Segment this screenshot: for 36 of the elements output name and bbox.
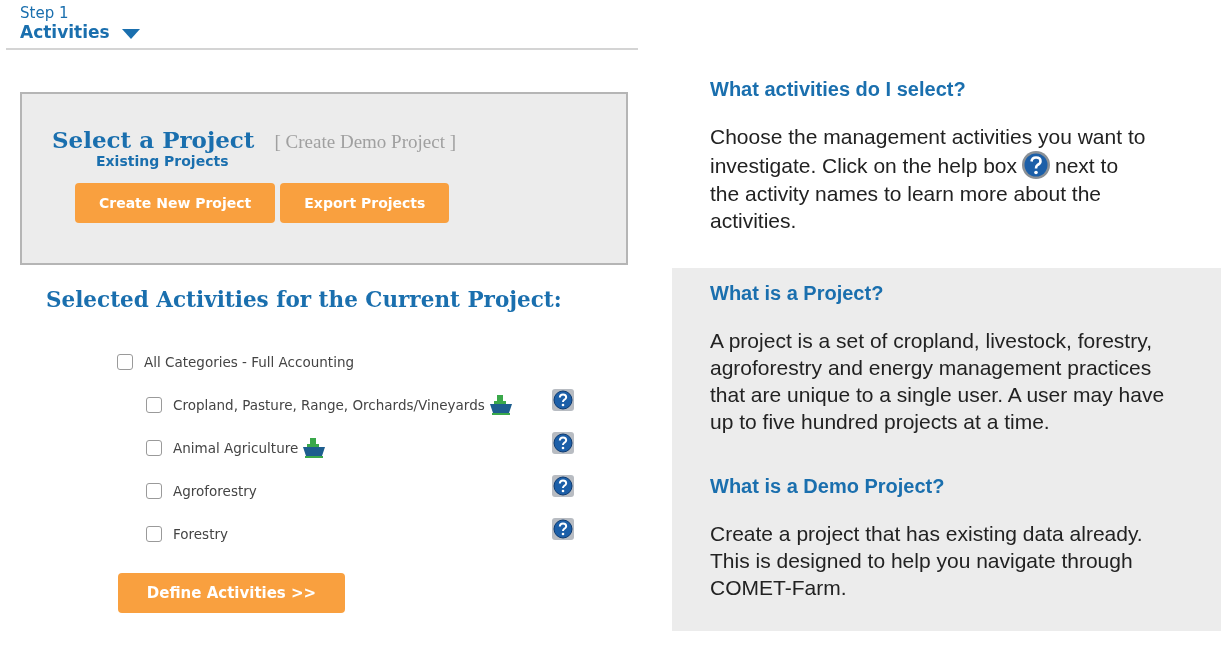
help-text: Create a project that has existing data already. This is designed to help you navigate through COMET-Farm. (710, 521, 1144, 601)
caret-icon[interactable] (121, 28, 140, 40)
help-icon[interactable] (552, 475, 574, 497)
action-button[interactable]: Export Projects (280, 183, 450, 223)
checkbox[interactable] (146, 525, 162, 542)
help-text: Choose the management activities you want to (710, 124, 1147, 150)
checkbox-label: Animal Agriculture (173, 439, 299, 456)
help-text: the activity names to learn more about the activities. (710, 181, 1103, 234)
section-heading: Selected Activities for the Current Project: (46, 287, 563, 312)
checkbox[interactable] (146, 482, 162, 499)
help-text: investigate. Click on the help box (710, 152, 1017, 179)
help-heading: What is a Demo Project? (710, 475, 946, 498)
help-text: A project is a set of cropland, livestock, forestry, agroforestry and energy management practices that are unique to a single user. A user may have up to five hundred projects at a time. (710, 328, 1166, 435)
demo-project-link[interactable]: [ Create Demo Project ] (274, 131, 456, 153)
help-icon[interactable] (552, 389, 574, 411)
help-text: next to (1055, 152, 1119, 179)
help-heading: What is a Project? (710, 282, 885, 305)
checkbox[interactable] (117, 353, 133, 370)
checkbox[interactable] (146, 439, 162, 456)
help-heading: What activities do I select? (710, 78, 967, 101)
checkbox-label: Cropland, Pasture, Range, Orchards/Vineyards (173, 396, 485, 413)
step-title[interactable]: Activities (20, 22, 110, 42)
checkbox-label: Agroforestry (173, 482, 257, 499)
existing-projects-link[interactable]: Existing Projects (96, 153, 626, 169)
panel-title: Select a Project (52, 126, 255, 153)
help-icon[interactable] (552, 518, 574, 540)
checkbox[interactable] (146, 396, 162, 413)
define-activities-button[interactable]: Define Activities >> (118, 573, 345, 613)
action-button[interactable]: Create New Project (75, 183, 276, 223)
checkbox-label: Forestry (173, 525, 228, 542)
step-label: Step 1 (20, 4, 70, 22)
tray-icon[interactable] (488, 394, 513, 415)
help-icon[interactable] (552, 432, 574, 454)
checkbox-label: All Categories - Full Accounting (144, 353, 354, 370)
tray-icon[interactable] (302, 437, 327, 458)
help-icon (1021, 150, 1051, 180)
